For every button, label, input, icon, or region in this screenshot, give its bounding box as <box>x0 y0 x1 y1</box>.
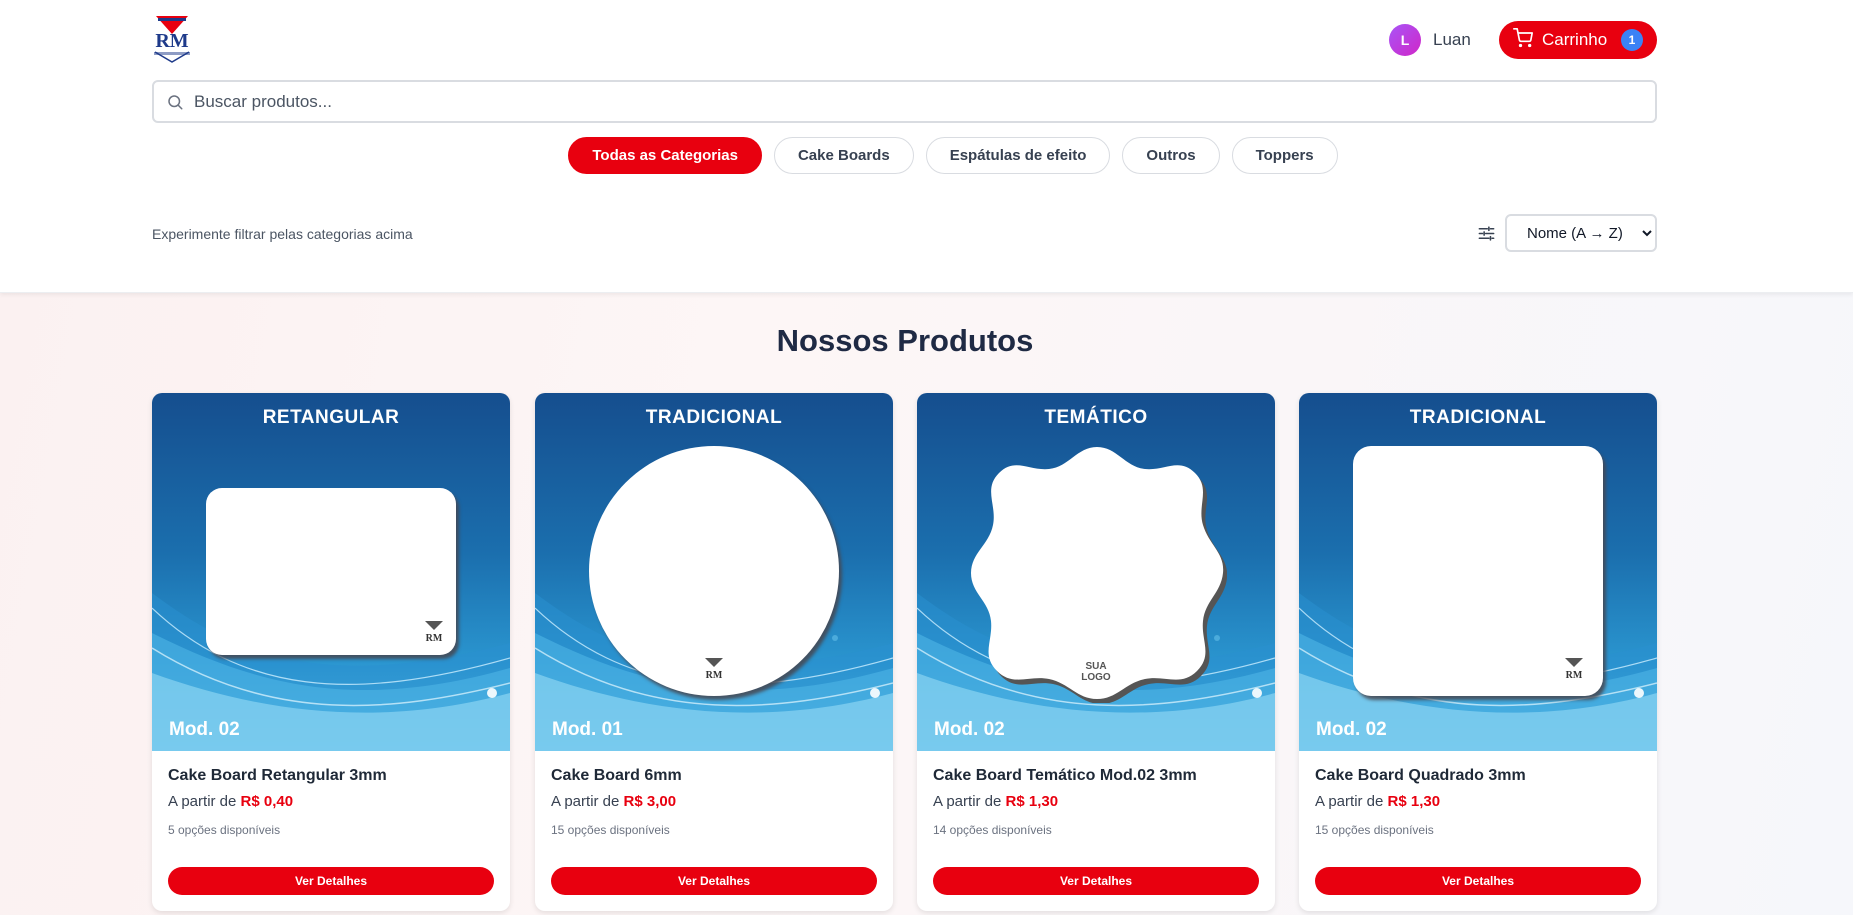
image-model: Mod. 02 <box>1316 719 1387 740</box>
product-card: TRADICIONAL RM Mod. 01 Cake Board 6mm A … <box>535 393 893 911</box>
price-prefix: A partir de <box>551 793 620 810</box>
product-price: A partir de R$ 0,40 <box>168 793 293 810</box>
user-name[interactable]: Luan <box>1433 30 1471 50</box>
your-logo-placeholder: SUA LOGO <box>1081 661 1111 683</box>
product-name: Cake Board Retangular 3mm <box>168 767 387 784</box>
board-shape <box>206 488 456 655</box>
product-image[interactable]: RETANGULAR RM Mod. 02 <box>152 393 510 751</box>
rm-mini-logo: RM <box>705 658 723 681</box>
image-model: Mod. 01 <box>552 719 623 740</box>
image-model: Mod. 02 <box>934 719 1005 740</box>
price-value: R$ 1,30 <box>1387 793 1441 810</box>
product-price: A partir de R$ 1,30 <box>933 793 1058 810</box>
product-image[interactable]: TRADICIONAL RM Mod. 01 <box>535 393 893 751</box>
category-cake-boards[interactable]: Cake Boards <box>773 137 914 174</box>
sliders-icon[interactable] <box>1477 224 1496 243</box>
site-header: RM L Luan Carrinho 1 Todas as Categorias… <box>0 0 1853 293</box>
user-menu[interactable]: L Luan <box>1389 24 1471 56</box>
details-button[interactable]: Ver Detalhes <box>933 867 1259 895</box>
category-espatulas[interactable]: Espátulas de efeito <box>925 137 1111 174</box>
product-options: 5 opções disponíveis <box>168 823 281 837</box>
details-button[interactable]: Ver Detalhes <box>1315 867 1641 895</box>
image-title: TRADICIONAL <box>1409 407 1547 428</box>
rm-laser-arts-logo[interactable]: RM <box>152 14 192 64</box>
sort-select[interactable]: Nome (A → Z) <box>1505 214 1657 252</box>
rm-mini-logo: RM <box>425 621 443 644</box>
price-prefix: A partir de <box>168 793 237 810</box>
image-title: RETANGULAR <box>262 407 400 428</box>
image-title: TEMÁTICO <box>1044 407 1148 428</box>
product-price: A partir de R$ 1,30 <box>1315 793 1440 810</box>
category-filters: Todas as Categorias Cake Boards Espátula… <box>0 137 1853 174</box>
image-title: TRADICIONAL <box>645 407 783 428</box>
product-image[interactable]: TRADICIONAL RM Mod. 02 <box>1299 393 1657 751</box>
cart-label: Carrinho <box>1542 30 1608 49</box>
product-options: 15 opções disponíveis <box>1315 823 1434 837</box>
svg-text:RM: RM <box>706 670 723 681</box>
product-card: TRADICIONAL RM Mod. 02 Cake Board Quadra… <box>1299 393 1657 911</box>
price-value: R$ 1,30 <box>1005 793 1059 810</box>
rm-mini-logo: RM <box>1565 658 1583 681</box>
product-options: 15 opções disponíveis <box>551 823 670 837</box>
category-toppers[interactable]: Toppers <box>1231 137 1338 174</box>
price-value: R$ 3,00 <box>623 793 677 810</box>
details-button[interactable]: Ver Detalhes <box>551 867 877 895</box>
product-name: Cake Board Temático Mod.02 3mm <box>933 767 1197 784</box>
search-input[interactable] <box>194 82 1644 121</box>
product-image[interactable]: TEMÁTICO SUA LOGO Mod. 02 <box>917 393 1275 751</box>
image-model: Mod. 02 <box>169 719 240 740</box>
section-title: Nossos Produtos <box>776 323 1034 358</box>
cart-icon <box>1513 27 1533 53</box>
svg-text:RM: RM <box>426 633 443 644</box>
details-button[interactable]: Ver Detalhes <box>168 867 494 895</box>
product-name: Cake Board Quadrado 3mm <box>1315 767 1526 784</box>
product-card: RETANGULAR RM Mod. 02 Cake Board Retangu… <box>152 393 510 911</box>
products-section: Nossos Produtos RETANGULAR RM Mod. 02 Ca… <box>0 293 1853 915</box>
filter-hint: Experimente filtrar pelas categorias aci… <box>152 226 413 242</box>
avatar[interactable]: L <box>1389 24 1421 56</box>
search-bar[interactable] <box>152 80 1657 123</box>
price-value: R$ 0,40 <box>240 793 294 810</box>
product-options: 14 opções disponíveis <box>933 823 1052 837</box>
product-card: TEMÁTICO SUA LOGO Mod. 02 Cake Board Temá… <box>917 393 1275 911</box>
product-price: A partir de R$ 3,00 <box>551 793 676 810</box>
category-all[interactable]: Todas as Categorias <box>568 137 762 174</box>
cart-count-badge: 1 <box>1621 29 1643 51</box>
product-name: Cake Board 6mm <box>551 767 682 784</box>
price-prefix: A partir de <box>1315 793 1384 810</box>
svg-text:RM: RM <box>1566 670 1583 681</box>
category-outros[interactable]: Outros <box>1122 137 1220 174</box>
svg-text:RM: RM <box>155 30 188 52</box>
cart-button[interactable]: Carrinho 1 <box>1499 21 1657 59</box>
price-prefix: A partir de <box>933 793 1002 810</box>
